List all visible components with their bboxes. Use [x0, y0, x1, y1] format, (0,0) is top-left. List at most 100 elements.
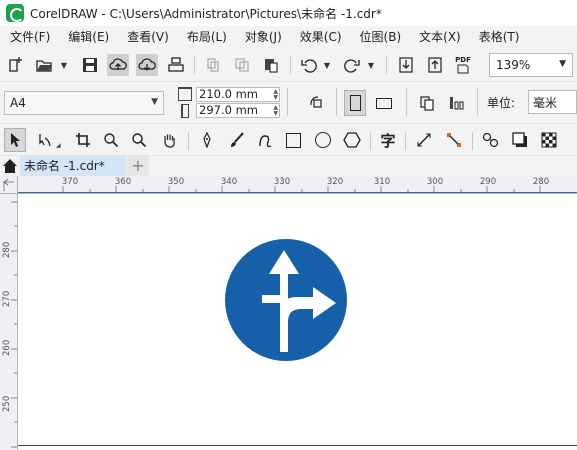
height-spin-down-icon[interactable]: ▼	[273, 111, 278, 117]
landscape-button[interactable]	[373, 92, 395, 114]
connector-tool-icon[interactable]	[443, 128, 465, 152]
save-icon[interactable]	[79, 54, 101, 76]
crossbar-stub	[262, 295, 280, 303]
pan-tool-icon[interactable]	[158, 128, 180, 152]
traffic-sign-straight-or-right-icon[interactable]	[225, 239, 347, 361]
portrait-button[interactable]	[344, 90, 366, 116]
toolbar-separator	[472, 132, 473, 150]
cloud-upload-icon[interactable]	[107, 54, 129, 76]
blend-tool-icon[interactable]	[480, 128, 502, 152]
menu-table[interactable]: 表格(T)	[470, 26, 529, 48]
dimension-tool-icon[interactable]	[413, 128, 435, 152]
toolbar-separator	[406, 88, 407, 116]
toolbar-separator	[188, 132, 189, 150]
all-pages-icon[interactable]	[416, 92, 438, 114]
pick-tool-icon[interactable]	[4, 128, 26, 152]
page-height-icon	[181, 104, 189, 118]
transparency-tool-icon[interactable]	[538, 128, 560, 152]
ruler-tick-label: 280	[2, 241, 12, 258]
current-page-icon[interactable]	[445, 92, 467, 114]
ruler-tick-label: 280	[532, 177, 550, 187]
cut-icon[interactable]	[202, 54, 224, 76]
title-bar: CorelDRAW - C:\Users\Administrator\Pictu…	[0, 0, 577, 26]
units-label: 单位:	[487, 96, 516, 110]
toolbox: ◢ 字	[0, 124, 577, 156]
add-tab-button[interactable]: +	[127, 156, 149, 176]
zoom-dropdown-icon[interactable]: ▼	[559, 59, 566, 69]
ruler-tick-label: 260	[2, 339, 12, 356]
units-select[interactable]: 毫米	[528, 90, 577, 114]
redo-icon[interactable]	[341, 54, 363, 76]
open-folder-icon[interactable]	[33, 54, 55, 76]
open-dropdown-icon[interactable]: ▼	[59, 54, 69, 76]
menu-text[interactable]: 文本(X)	[410, 26, 470, 48]
ruler-tick-label: 290	[479, 177, 497, 187]
crop-tool-icon[interactable]	[72, 128, 94, 152]
paste-icon[interactable]	[260, 54, 282, 76]
zoom-level-select[interactable]: 139% ▼	[489, 53, 573, 77]
page-orientation-rotate-icon[interactable]	[306, 92, 328, 114]
ruler-tick-label: 270	[2, 290, 12, 307]
artistic-media-tool-icon[interactable]	[226, 128, 248, 152]
drawing-page	[225, 239, 347, 361]
redo-dropdown-icon[interactable]: ▼	[366, 54, 376, 76]
toolbar-separator	[477, 88, 478, 116]
menu-object[interactable]: 对象(J)	[236, 26, 291, 48]
shape-tool-icon[interactable]	[34, 128, 56, 152]
zoom-value: 139%	[496, 58, 531, 72]
page-width-icon	[178, 87, 192, 101]
ruler-tick-label: 360	[114, 177, 132, 187]
cloud-download-icon[interactable]	[136, 54, 158, 76]
import-icon[interactable]	[395, 54, 417, 76]
undo-dropdown-icon[interactable]: ▼	[322, 54, 332, 76]
rectangle-tool-icon[interactable]	[282, 128, 304, 152]
undo-icon[interactable]	[298, 54, 320, 76]
portrait-icon	[349, 95, 361, 111]
vertical-ruler[interactable]: 280 270 260 250	[0, 194, 18, 450]
menu-effects[interactable]: 效果(C)	[291, 26, 351, 48]
text-tool-icon[interactable]: 字	[377, 128, 399, 152]
ellipse-tool-icon[interactable]	[312, 128, 334, 152]
menu-layout[interactable]: 布局(L)	[178, 26, 236, 48]
pen-tool-icon[interactable]	[196, 128, 218, 152]
tab-document[interactable]: 未命名 -1.cdr*	[20, 156, 126, 176]
page-width-value: 210.0 mm	[199, 87, 258, 101]
drawing-canvas[interactable]	[18, 194, 577, 450]
polygon-tool-icon[interactable]	[341, 128, 363, 152]
export-icon[interactable]	[424, 54, 446, 76]
menu-view[interactable]: 查看(V)	[118, 26, 178, 48]
ruler-tick-label: 370	[61, 177, 79, 187]
ruler-tick-label: 310	[373, 177, 391, 187]
page-size-select[interactable]: A4 ▼	[4, 91, 164, 115]
menu-bitmaps[interactable]: 位图(B)	[351, 26, 411, 48]
publish-pdf-icon[interactable]: PDF	[452, 54, 474, 76]
page-height-input[interactable]: 297.0 mm ▲ ▼	[196, 103, 280, 118]
document-tab-bar: 未命名 -1.cdr* +	[0, 156, 577, 176]
page-height-value: 297.0 mm	[199, 103, 258, 117]
ruler-tick-label: 300	[426, 177, 444, 187]
copy-icon[interactable]	[231, 54, 253, 76]
menu-bar: 文件(F) 编辑(E) 查看(V) 布局(L) 对象(J) 效果(C) 位图(B…	[0, 26, 577, 48]
toolbar-separator	[290, 56, 291, 74]
rectangle-shape	[285, 132, 301, 148]
page-size-dropdown-icon[interactable]: ▼	[151, 97, 158, 107]
width-spin-down-icon[interactable]: ▼	[273, 95, 278, 101]
toolbar-separator	[386, 56, 387, 74]
zoom-tool-icon[interactable]	[100, 128, 122, 152]
new-document-icon[interactable]	[5, 54, 27, 76]
page-width-input[interactable]: 210.0 mm ▲ ▼	[196, 87, 280, 102]
menu-edit[interactable]: 编辑(E)	[59, 26, 118, 48]
toolbar-separator	[194, 56, 195, 74]
print-icon[interactable]	[165, 54, 187, 76]
drop-shadow-tool-icon[interactable]	[509, 128, 531, 152]
freehand-tool-icon[interactable]	[254, 128, 276, 152]
window-title: CorelDRAW - C:\Users\Administrator\Pictu…	[30, 6, 382, 21]
zoom-out-tool-icon[interactable]	[128, 128, 150, 152]
horizontal-ruler[interactable]: 370 360 350 340 330 320 310 300 290 280	[18, 176, 577, 194]
ruler-origin-corner[interactable]	[0, 176, 18, 194]
pdf-label: PDF	[455, 56, 471, 64]
ruler-tick-label: 340	[220, 177, 238, 187]
shape-tool-flyout-icon[interactable]: ◢	[56, 142, 61, 149]
welcome-home-icon[interactable]	[0, 156, 20, 176]
menu-file[interactable]: 文件(F)	[0, 26, 59, 48]
